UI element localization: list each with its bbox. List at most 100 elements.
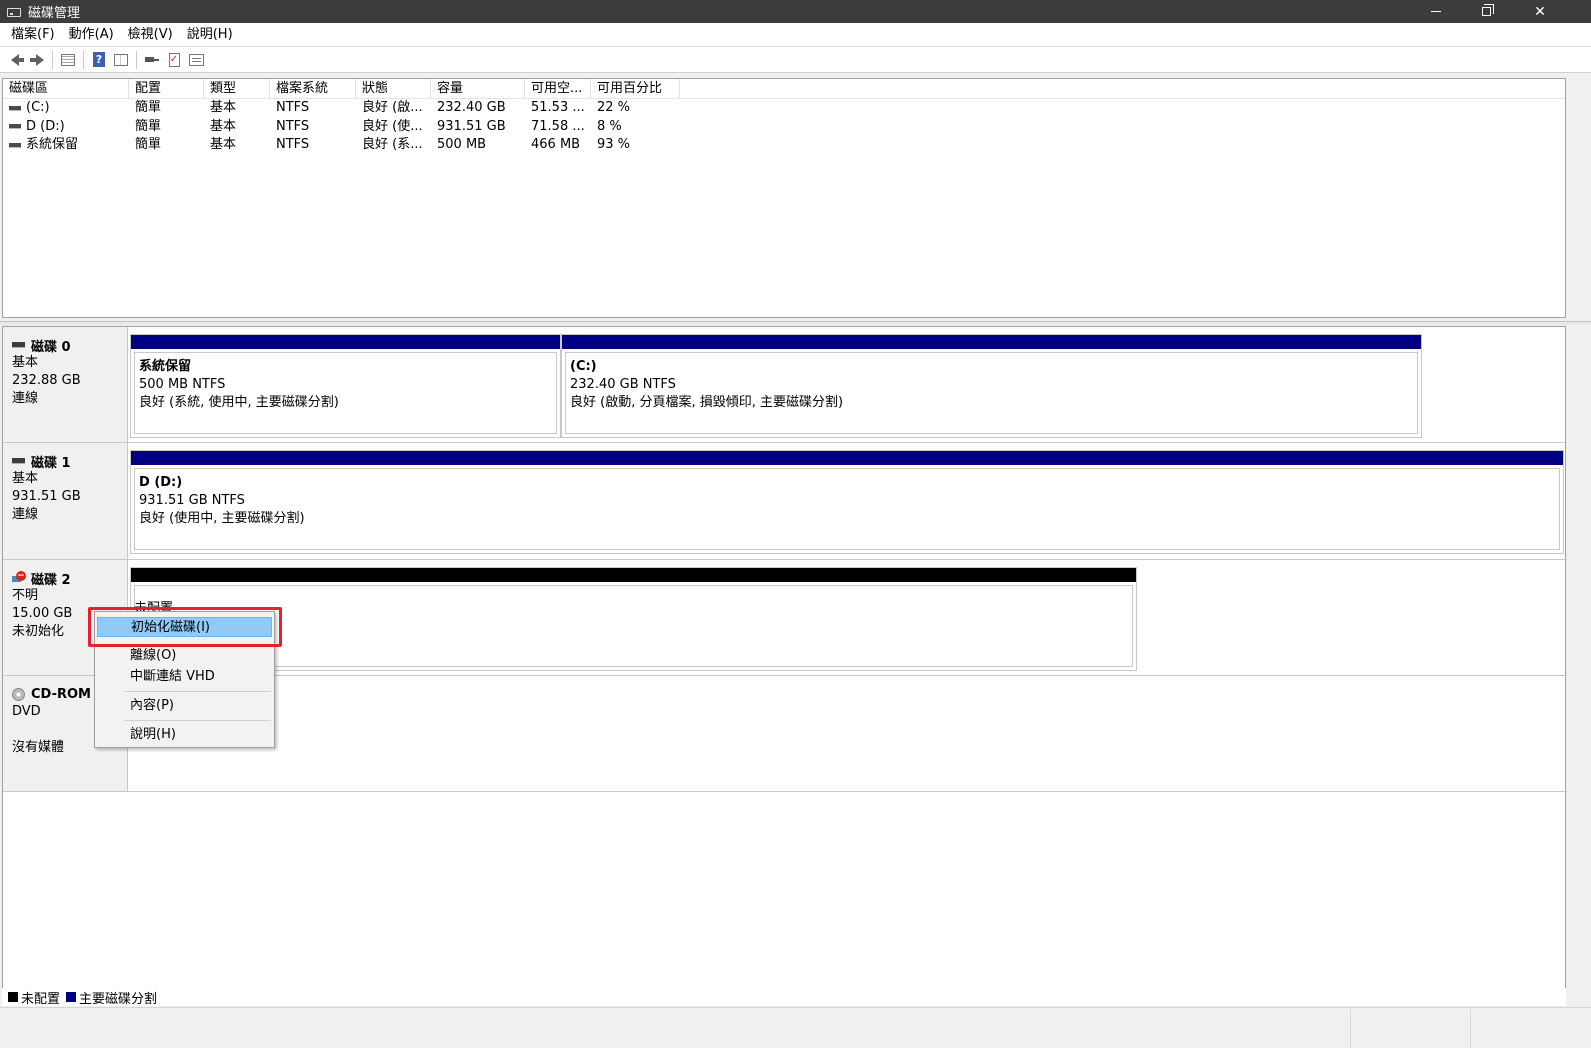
window-title: 磁碟管理 [28, 6, 81, 21]
partition-filesystem: 232.40 GB NTFS [570, 377, 676, 392]
partition-block[interactable]: (C:) 232.40 GB NTFS 良好 (啟動, 分頁檔案, 損毀傾印, … [561, 334, 1422, 438]
free-space-cell: 71.58 ... [531, 118, 585, 134]
volume-name: 系統保留 [26, 137, 79, 153]
menu-separator [125, 691, 271, 692]
partition-color-bar [131, 568, 1136, 582]
check-button[interactable]: ✓ [163, 50, 185, 70]
capacity-cell: 931.51 GB [437, 118, 506, 134]
disk-type: 不明 [12, 588, 39, 603]
forward-button[interactable] [26, 50, 48, 70]
filesystem-cell: NTFS [276, 118, 310, 134]
properties-button[interactable] [185, 50, 207, 70]
partition-block[interactable]: D (D:) 931.51 GB NTFS 良好 (使用中, 主要磁碟分割) [130, 450, 1564, 554]
column-header-percent-free[interactable]: 可用百分比 [591, 79, 680, 98]
column-header-volume[interactable]: 磁碟區 [3, 79, 129, 98]
table-row[interactable]: 系統保留 簡單 基本 NTFS 良好 (系... 500 MB 466 MB 9… [3, 136, 1565, 155]
volume-name-cell: D (D:) [3, 118, 129, 137]
menu-view[interactable]: 檢視(V) [121, 23, 180, 47]
legend-label-unallocated: 未配置 [21, 991, 61, 1007]
percent-free-cell: 93 % [597, 137, 631, 152]
volume-icon [9, 124, 21, 130]
status-cell: 良好 (啟... [362, 100, 423, 115]
menu-file[interactable]: 檔案(F) [4, 23, 62, 47]
table-row[interactable]: (C:) 簡單 基本 NTFS 良好 (啟... 232.40 GB 51.53… [3, 99, 1565, 118]
layout-cell: 簡單 [135, 100, 162, 115]
connect-button[interactable] [141, 50, 163, 70]
column-header-layout[interactable]: 配置 [129, 79, 204, 98]
partition-filesystem: 500 MB NTFS [139, 377, 226, 392]
console-tree-button[interactable] [57, 50, 79, 70]
table-row[interactable]: D (D:) 簡單 基本 NTFS 良好 (使... 931.51 GB 71.… [3, 118, 1565, 137]
disk-status: 連線 [12, 391, 39, 406]
minimize-button[interactable] [1411, 0, 1461, 23]
toolbar: ? ✓ [0, 47, 1591, 73]
disk-label[interactable]: 磁碟 0 基本 232.88 GB 連線 [3, 327, 128, 442]
status-cell: 良好 (使... [362, 118, 423, 134]
console-tree-icon [61, 53, 75, 66]
column-header-type[interactable]: 類型 [204, 79, 270, 98]
disk-type: 基本 [12, 355, 39, 370]
volume-name: D (D:) [26, 118, 65, 134]
disk-name: 磁碟 2 [31, 572, 71, 588]
column-header-filesystem[interactable]: 檔案系統 [270, 79, 356, 98]
close-button[interactable]: ✕ [1515, 0, 1565, 23]
disk-name: CD-ROM [31, 686, 91, 702]
status-divider [1350, 1009, 1351, 1048]
partition-body: D (D:) 931.51 GB NTFS 良好 (使用中, 主要磁碟分割) [134, 468, 1560, 550]
status-bar [0, 1007, 1591, 1048]
menu-help[interactable]: 說明(H) [180, 23, 240, 47]
disk-name: 磁碟 0 [31, 339, 71, 355]
filesystem-cell: NTFS [276, 137, 310, 152]
volume-name-cell: 系統保留 [3, 136, 129, 155]
capacity-cell: 232.40 GB [437, 100, 506, 115]
title-bar: 磁碟管理 ✕ [0, 0, 1591, 23]
forward-arrow-icon [30, 53, 44, 66]
partition-body: 系統保留 500 MB NTFS 良好 (系統, 使用中, 主要磁碟分割) [134, 352, 557, 434]
check-icon: ✓ [168, 52, 180, 67]
back-arrow-icon [11, 53, 24, 66]
cd-rom-icon [12, 687, 25, 701]
menu-item-help[interactable]: 說明(H) [97, 725, 272, 745]
volume-icon [9, 105, 21, 111]
menu-item-properties[interactable]: 內容(P) [97, 696, 272, 716]
help-button[interactable]: ? [88, 50, 110, 70]
menu-item-detach-vhd[interactable]: 中斷連結 VHD [97, 667, 272, 687]
restore-button[interactable] [1461, 0, 1511, 23]
highlight-annotation-frame [88, 607, 282, 647]
disk-name-row: 磁碟 1 [12, 452, 127, 471]
column-header-free-space[interactable]: 可用空... [525, 79, 591, 98]
back-button[interactable] [4, 50, 26, 70]
partition-state: 良好 (使用中, 主要磁碟分割) [139, 511, 305, 526]
pane-splitter[interactable] [0, 321, 1591, 325]
volume-name-cell: (C:) [3, 99, 129, 118]
menu-item-offline[interactable]: 離線(O) [97, 646, 272, 666]
disk-size: 931.51 GB [12, 489, 81, 504]
partition-body: (C:) 232.40 GB NTFS 良好 (啟動, 分頁檔案, 損毀傾印, … [565, 352, 1418, 434]
partition-state: 良好 (啟動, 分頁檔案, 損毀傾印, 主要磁碟分割) [570, 395, 844, 410]
type-cell: 基本 [210, 100, 237, 115]
filesystem-cell: NTFS [276, 100, 310, 115]
menu-bar: 檔案(F) 動作(A) 檢視(V) 說明(H) [0, 23, 1591, 47]
free-space-cell: 51.53 ... [531, 100, 585, 115]
disk-name-row: 磁碟 2 [12, 569, 127, 588]
disk-label[interactable]: 磁碟 1 基本 931.51 GB 連線 [3, 443, 128, 559]
list-view-icon [114, 53, 128, 66]
volume-list[interactable]: 磁碟區 配置 類型 檔案系統 狀態 容量 可用空... 可用百分比 (C:) 簡… [2, 78, 1566, 318]
disk-row-0: 磁碟 0 基本 232.88 GB 連線 系統保留 500 MB NTFS 良好… [3, 327, 1567, 443]
partition-color-bar [562, 335, 1421, 349]
list-view-button[interactable] [110, 50, 132, 70]
column-header-status[interactable]: 狀態 [356, 79, 431, 98]
toolbar-separator [136, 50, 137, 69]
toolbar-separator [83, 50, 84, 69]
column-header-capacity[interactable]: 容量 [431, 79, 525, 98]
properties-icon [188, 53, 204, 66]
volume-name: (C:) [26, 100, 50, 116]
disk-management-window: 磁碟管理 ✕ 檔案(F) 動作(A) 檢視(V) 說明(H) ? ✓ 磁碟區 配… [0, 0, 1591, 1048]
partition-title: D (D:) [139, 475, 183, 490]
menu-action[interactable]: 動作(A) [62, 23, 121, 47]
free-space-cell: 466 MB [531, 137, 581, 152]
percent-free-cell: 22 % [597, 100, 631, 115]
disk-name-row: 磁碟 0 [12, 336, 127, 355]
partition-block[interactable]: 系統保留 500 MB NTFS 良好 (系統, 使用中, 主要磁碟分割) [130, 334, 561, 438]
minimize-icon [1431, 11, 1441, 12]
